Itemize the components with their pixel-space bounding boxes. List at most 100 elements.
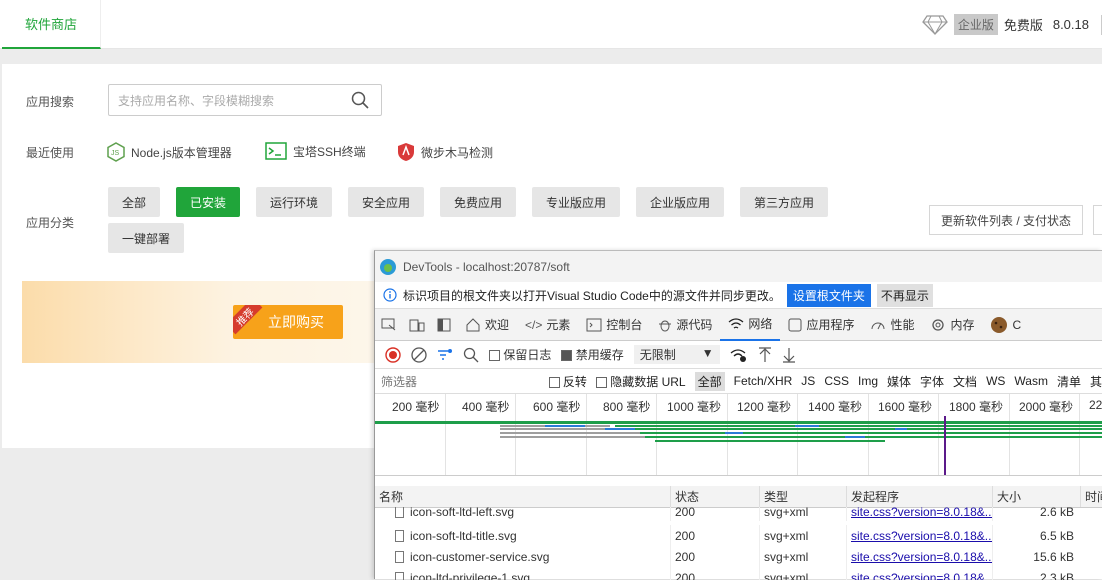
filter-type-all[interactable]: 全部: [695, 372, 725, 391]
edge-devtools-icon: [379, 258, 397, 276]
hide-data-url-checkbox[interactable]: 隐藏数据 URL: [596, 373, 686, 390]
col-size[interactable]: 大小: [992, 486, 1080, 507]
devtools-tabs: 欢迎 </>元素 控制台 源代码 网络 应用程序 性能 内存 C: [375, 309, 1102, 341]
search-label: 应用搜索: [26, 93, 74, 110]
filter-type-manifest[interactable]: 清单: [1057, 373, 1081, 390]
filter-type-js[interactable]: JS: [801, 374, 815, 388]
recent-label: 最近使用: [26, 144, 74, 161]
free-edition-label: 免费版: [1004, 15, 1043, 34]
search-icon[interactable]: [463, 347, 479, 363]
category-runtime[interactable]: 运行环境: [256, 187, 332, 217]
checkbox-label: 禁用缓存: [576, 348, 624, 362]
network-conditions-icon[interactable]: [730, 347, 748, 363]
col-name[interactable]: 名称: [375, 486, 670, 507]
row-initiator[interactable]: site.css?version=8.0.18&...: [846, 567, 992, 580]
top-bar: 软件商店 企业版 免费版 8.0.18: [0, 0, 1102, 49]
device-toolbar-icon[interactable]: [403, 309, 431, 341]
recent-item-label: 微步木马检测: [421, 144, 493, 161]
recent-item-nodejs[interactable]: JS Node.js版本管理器: [107, 142, 232, 162]
tab-cookies[interactable]: C: [982, 309, 1029, 341]
upload-icon[interactable]: [758, 347, 772, 363]
enterprise-badge[interactable]: 企业版: [954, 14, 998, 35]
filter-bar: 筛选器 反转 隐藏数据 URL 全部 Fetch/XHR JS CSS Img …: [375, 369, 1102, 394]
devtools-titlebar[interactable]: DevTools - localhost:20787/soft: [375, 251, 1102, 282]
timeline-waterfall: [375, 394, 1102, 476]
buy-now-button[interactable]: 推荐 立即购买: [233, 305, 343, 339]
tab-application[interactable]: 应用程序: [780, 309, 862, 341]
category-installed[interactable]: 已安装: [176, 187, 240, 217]
filter-type-ws[interactable]: WS: [986, 374, 1005, 388]
row-initiator[interactable]: site.css?version=8.0.18&...: [846, 507, 992, 521]
home-icon: [465, 318, 481, 332]
recent-item-ssh[interactable]: 宝塔SSH终端: [265, 142, 366, 160]
search-placeholder: 支持应用名称、字段模糊搜索: [118, 92, 274, 109]
update-list-button[interactable]: 更新软件列表 / 支付状态: [929, 205, 1083, 235]
filter-type-css[interactable]: CSS: [824, 374, 849, 388]
file-icon: [395, 530, 404, 542]
row-size: 2.3 kB: [992, 567, 1080, 580]
initiator-link[interactable]: site.css?version=8.0.18&...: [851, 550, 992, 564]
diamond-icon: [922, 15, 948, 35]
tab-performance[interactable]: 性能: [862, 309, 922, 341]
category-one-click-deploy[interactable]: 一键部署: [108, 223, 184, 253]
category-free[interactable]: 免费应用: [440, 187, 516, 217]
dont-show-again-button[interactable]: 不再显示: [877, 284, 933, 307]
col-initiator[interactable]: 发起程序: [846, 486, 992, 507]
category-pro[interactable]: 专业版应用: [532, 187, 620, 217]
col-type[interactable]: 类型: [759, 486, 846, 507]
tab-welcome[interactable]: 欢迎: [457, 309, 517, 341]
category-third-party[interactable]: 第三方应用: [740, 187, 828, 217]
initiator-link[interactable]: site.css?version=8.0.18&...: [851, 529, 992, 543]
search-input[interactable]: 支持应用名称、字段模糊搜索: [108, 84, 382, 116]
filter-icon[interactable]: [437, 347, 453, 363]
row-status: 200: [670, 507, 759, 521]
table-row[interactable]: icon-soft-ltd-title.svg 200 svg+xml site…: [375, 525, 1102, 546]
recent-item-trojan[interactable]: 微步木马检测: [397, 142, 493, 162]
info-text: 标识项目的根文件夹以打开Visual Studio Code中的源文件并同步更改…: [403, 287, 781, 304]
chevron-down-icon: ▼: [702, 346, 714, 363]
filter-type-other[interactable]: 其: [1090, 373, 1102, 390]
tab-sources[interactable]: 源代码: [650, 309, 720, 341]
tab-elements[interactable]: </>元素: [517, 309, 578, 341]
clear-icon[interactable]: [411, 347, 427, 363]
extra-button[interactable]: [1093, 205, 1102, 235]
filter-type-doc[interactable]: 文档: [953, 373, 977, 390]
sidebar-toggle-icon[interactable]: [431, 309, 457, 341]
row-initiator[interactable]: site.css?version=8.0.18&...: [846, 546, 992, 567]
category-security[interactable]: 安全应用: [348, 187, 424, 217]
filter-type-font[interactable]: 字体: [920, 373, 944, 390]
tab-software-store[interactable]: 软件商店: [2, 0, 101, 49]
filter-type-wasm[interactable]: Wasm: [1014, 374, 1048, 388]
category-enterprise[interactable]: 企业版应用: [636, 187, 724, 217]
row-name-text: icon-soft-ltd-title.svg: [410, 529, 517, 543]
preserve-log-checkbox[interactable]: 保留日志: [489, 346, 551, 363]
col-time[interactable]: 时间: [1080, 486, 1102, 507]
application-icon: [788, 318, 802, 332]
table-row[interactable]: icon-soft-ltd-left.svg 200 svg+xml site.…: [375, 507, 1102, 521]
category-all[interactable]: 全部: [108, 187, 160, 217]
row-status: 200: [670, 567, 759, 580]
tab-console[interactable]: 控制台: [578, 309, 650, 341]
download-icon[interactable]: [782, 347, 796, 363]
inspect-icon[interactable]: [375, 309, 403, 341]
invert-checkbox[interactable]: 反转: [549, 373, 587, 390]
disable-cache-checkbox[interactable]: 禁用缓存: [561, 346, 623, 363]
table-row[interactable]: icon-ltd-privilege-1.svg 200 svg+xml sit…: [375, 567, 1102, 580]
row-initiator[interactable]: site.css?version=8.0.18&...: [846, 525, 992, 546]
tab-memory[interactable]: 内存: [922, 309, 982, 341]
col-status[interactable]: 状态: [670, 486, 759, 507]
initiator-link[interactable]: site.css?version=8.0.18&...: [851, 507, 992, 519]
wifi-icon: [728, 317, 744, 331]
record-icon[interactable]: [385, 347, 401, 363]
search-icon[interactable]: [351, 91, 369, 109]
filter-type-img[interactable]: Img: [858, 374, 878, 388]
recommend-tag: 推荐: [233, 305, 262, 334]
throttle-select[interactable]: 无限制▼: [634, 345, 720, 364]
table-row[interactable]: icon-customer-service.svg 200 svg+xml si…: [375, 546, 1102, 567]
filter-input[interactable]: 筛选器: [381, 373, 540, 390]
filter-type-fetch[interactable]: Fetch/XHR: [734, 374, 793, 388]
set-root-folder-button[interactable]: 设置根文件夹: [787, 284, 871, 307]
tab-network[interactable]: 网络: [720, 309, 780, 341]
network-timeline[interactable]: 200 毫秒 400 毫秒 600 毫秒 800 毫秒 1000 毫秒 1200…: [375, 394, 1102, 476]
filter-type-media[interactable]: 媒体: [887, 373, 911, 390]
